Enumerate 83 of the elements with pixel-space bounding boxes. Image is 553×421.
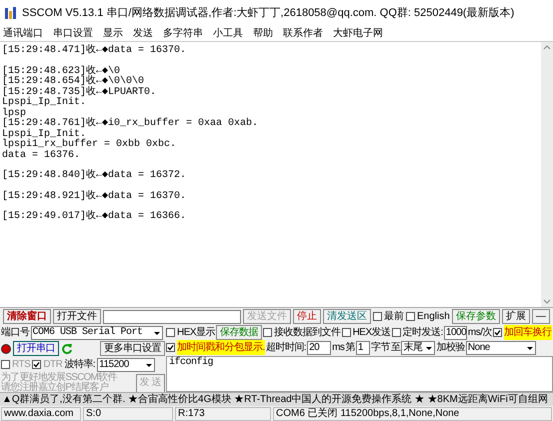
log-line: [15:29:48.654]收←◆\0\0\0 (2, 77, 144, 87)
status-field: S:0 (83, 406, 173, 420)
menu-item[interactable]: 通讯端口 (3, 26, 43, 41)
menu-item[interactable]: 联系作者 (283, 26, 323, 41)
menu-item[interactable]: 显示 (103, 26, 123, 41)
checkbox[interactable] (166, 328, 175, 337)
open-port-button[interactable]: 打开串口 (13, 341, 59, 356)
timeout-unit: ms (332, 341, 344, 355)
log-line: data = 16376. (2, 150, 80, 161)
menu-item[interactable]: 小工具 (213, 26, 243, 41)
interval-field[interactable]: 1000 (444, 326, 467, 340)
menu-item[interactable]: 发送 (133, 26, 153, 41)
send-text-area[interactable]: ifconfig (166, 356, 553, 392)
save-params-button[interactable]: 保存参数 (452, 309, 500, 324)
scroll-up-icon[interactable] (543, 44, 551, 50)
checkbox[interactable] (263, 328, 272, 337)
checkbox[interactable] (392, 328, 401, 337)
checkbox-label: 定时发送: (402, 326, 443, 340)
checkbox[interactable] (1, 360, 10, 369)
menu-item[interactable]: 串口设置 (53, 26, 93, 41)
more-settings-button[interactable]: 更多串口设置 (100, 341, 165, 356)
checksum-select[interactable]: None (466, 340, 536, 354)
checkbox[interactable] (493, 328, 502, 337)
checkbox-label: HEX显示 (177, 326, 216, 340)
end-select[interactable]: 末尾 (401, 340, 436, 354)
status-field: www.daxia.com (1, 406, 81, 420)
clear-send-button[interactable]: 清发送区 (323, 309, 371, 324)
timeout-field[interactable]: 20 (307, 340, 332, 354)
checkbox-label: English (417, 310, 450, 324)
log-line: [15:29:49.017]收←◆data = 16366. (2, 212, 186, 222)
log-line: lpspi1_rx_buffer = 0xbb 0xbc. (2, 140, 176, 150)
checkbox[interactable] (342, 328, 351, 337)
log-line: lpsp (2, 108, 26, 118)
clear-window-button[interactable]: 清除窗口 (3, 309, 51, 324)
log-line: [15:29:48.471]收←◆data = 16370. (2, 46, 186, 56)
refresh-icon[interactable] (61, 342, 73, 354)
byte-from-label: 第 (345, 341, 355, 355)
port-label: 端口号 (1, 326, 30, 340)
log-line: [15:29:48.921]收←◆data = 16370. (2, 192, 186, 202)
status-field: R:173 (175, 406, 271, 420)
checksum-label: 加校验 (436, 340, 465, 355)
note-text: 为了更好地发展SSCOM软件 (1, 373, 116, 383)
open-file-button[interactable]: 打开文件 (53, 309, 101, 324)
checkbox-label: 加时间戳和分包显示. (177, 340, 265, 355)
app-logo-icon (4, 6, 18, 20)
log-line: [15:29:48.840]收←◆data = 16372. (2, 171, 186, 182)
file-path-field[interactable] (103, 310, 241, 324)
byte-unit: 字节 (370, 340, 390, 355)
status-field: COM6 已关闭 115200bps,8,1,None,None (273, 406, 552, 420)
interval-unit: ms/次 (468, 326, 492, 340)
collapse-button[interactable]: — (532, 309, 550, 324)
ticker-text: ▲Q群满员了,没有第二个群. ★合宙高性价比4G模块 ★RT-Thread中国人的开源免费操作系统 ★ ★8KM远距离WiFi可自组网 (2, 392, 548, 407)
expand-button[interactable]: 扩展 (502, 309, 530, 324)
baud-select[interactable]: 115200 (97, 358, 156, 372)
menu-item[interactable]: 帮助 (253, 26, 273, 41)
stop-button[interactable]: 停止 (293, 309, 321, 324)
checkbox-label: HEX发送 (352, 326, 391, 340)
window-title: SSCOM V5.13.1 串口/网络数据调试器,作者:大虾丁丁,2618058@qq.com. QQ群: 52502449(最新版本) (22, 6, 514, 21)
note-text: 请您注册嘉立创P结尾客户 (1, 383, 110, 393)
byte-from-field[interactable]: 1 (356, 340, 370, 354)
to-label: 至 (390, 342, 400, 355)
checkbox[interactable] (166, 343, 175, 352)
checkbox-label: RTS (12, 358, 30, 372)
menu-item[interactable]: 大虾电子网 (333, 26, 383, 41)
timeout-label: 超时时间: (266, 340, 306, 355)
port-select[interactable]: COM6 USB Serial Port (30, 326, 162, 340)
baud-label: 波特率: (64, 358, 96, 372)
checkbox[interactable] (406, 312, 415, 321)
scroll-down-icon[interactable] (543, 299, 551, 305)
send-text: ifconfig (169, 357, 214, 368)
menu-item[interactable]: 多字符串 (163, 26, 203, 41)
checkbox-label: 接收数据到文件 (274, 326, 341, 340)
save-data-button[interactable]: 保存数据 (216, 325, 262, 340)
log-line: Lpspi_Ip_Init. (2, 130, 86, 140)
log-line: [15:29:48.761]收←◆i0_rx_buffer = 0xaa 0xab. (2, 119, 258, 129)
log-line: [15:29:48.735]收←◆LPUART0. (2, 88, 156, 98)
log-line: [15:29:48.623]收←◆\0 (2, 66, 120, 76)
checkbox-label: 最前 (384, 310, 404, 324)
checkbox[interactable] (373, 312, 382, 321)
checkbox-label: DTR (43, 358, 62, 372)
checkbox[interactable] (32, 360, 42, 369)
checkbox-label: 加回车换行 (504, 325, 552, 340)
log-line: Lpspi_Ip_Init. (2, 98, 86, 108)
